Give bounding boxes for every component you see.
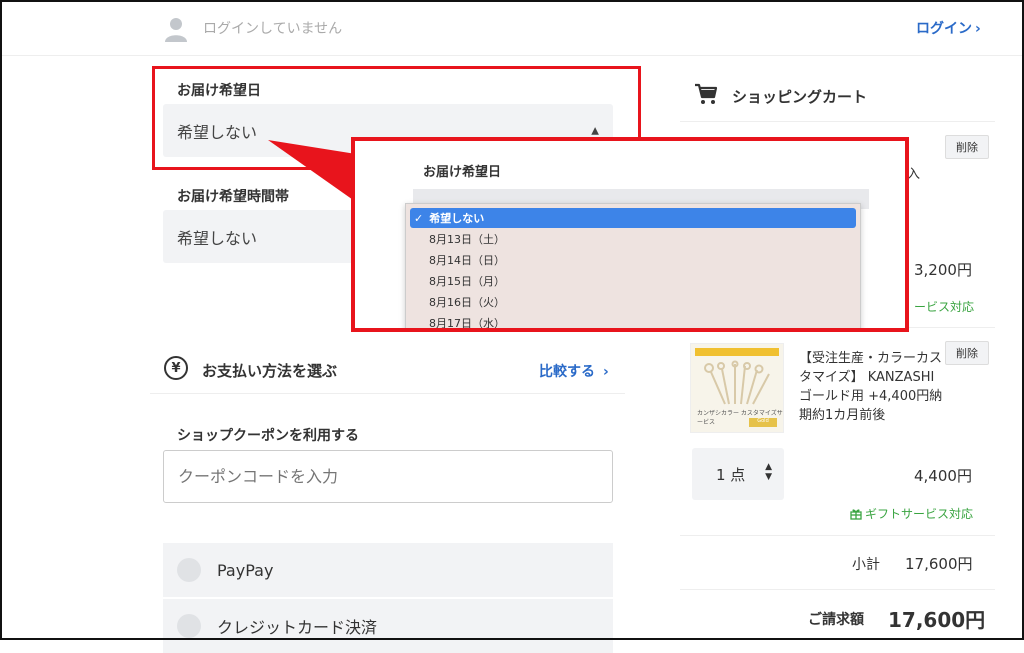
thumbnail-banner xyxy=(695,348,779,356)
cart-title: ショッピングカート xyxy=(732,88,868,106)
subtotal-label: 小計 xyxy=(852,557,880,573)
divider xyxy=(680,535,995,536)
dropdown-option[interactable]: 8月17日（水） xyxy=(410,313,856,328)
divider xyxy=(680,589,995,590)
delete-button[interactable]: 削除 xyxy=(945,135,989,159)
subtotal-value: 17,600円 xyxy=(905,555,973,573)
gift-note-fragment: ービス対応 xyxy=(914,300,975,314)
hairpin-illustration xyxy=(704,360,770,405)
shopping-cart-icon xyxy=(695,83,718,104)
radio-button[interactable] xyxy=(177,614,201,638)
payment-option-paypay[interactable]: PayPay xyxy=(163,543,613,597)
total-value: 17,600円 xyxy=(888,608,986,632)
payment-option-label: PayPay xyxy=(217,560,274,580)
quantity-value: 1 点 xyxy=(716,465,746,484)
popup-date-label: お届け希望日 xyxy=(423,165,502,180)
payment-option-credit-card[interactable]: クレジットカード決済 xyxy=(163,599,613,653)
gift-icon xyxy=(850,508,862,520)
chevron-right-icon: › xyxy=(975,21,981,37)
item-price: 4,400円 xyxy=(914,467,972,485)
delete-button[interactable]: 削除 xyxy=(945,341,989,365)
payment-option-label: クレジットカード決済 xyxy=(217,618,378,637)
product-name[interactable]: 【受注生産・カラーカスタマイズ】 KANZASHI ゴールド用 +4,400円納… xyxy=(799,349,945,425)
radio-button[interactable] xyxy=(177,558,201,582)
zoomed-callout: お届け希望日 ✓ 希望しない 8月13日（土） 8月14日（日） 8月15日（月）… xyxy=(351,137,909,332)
date-dropdown-list[interactable]: ✓ 希望しない 8月13日（土） 8月14日（日） 8月15日（月） 8月16日（… xyxy=(405,203,861,328)
dropdown-option-selected[interactable]: ✓ 希望しない xyxy=(410,208,856,228)
stepper-arrows-icon: ▲ ▼ xyxy=(765,462,772,482)
delivery-time-label: お届け希望時間帯 xyxy=(177,189,289,205)
dropdown-option[interactable]: 8月15日（月） xyxy=(410,271,856,291)
chevron-right-icon: › xyxy=(603,364,609,380)
user-icon xyxy=(165,18,187,42)
payment-section-header: ¥ お支払い方法を選ぶ 比較する › xyxy=(150,346,625,394)
payment-title: お支払い方法を選ぶ xyxy=(202,362,338,380)
dropdown-option[interactable]: 8月13日（土） xyxy=(410,229,856,249)
login-link-label[interactable]: ログイン xyxy=(916,21,972,37)
coupon-label: ショップクーポンを利用する xyxy=(177,428,359,444)
gift-note-label: ギフトサービス対応 xyxy=(865,507,974,521)
thumbnail-badge: Gold xyxy=(749,418,777,427)
yen-icon: ¥ xyxy=(164,356,188,380)
dropdown-option[interactable]: 8月14日（日） xyxy=(410,250,856,270)
quantity-select[interactable]: 1 点 ▲ ▼ xyxy=(692,448,784,500)
coupon-input[interactable] xyxy=(163,450,613,503)
gift-service-note: ギフトサービス対応 xyxy=(850,505,973,522)
login-status-text: ログインしていません xyxy=(203,21,343,37)
delivery-time-value: 希望しない xyxy=(177,228,258,248)
dropdown-option-label: 希望しない xyxy=(429,212,485,225)
item-price: 3,200円 xyxy=(914,261,972,279)
compare-link-label[interactable]: 比較する xyxy=(539,364,595,380)
login-link[interactable]: ログイン › xyxy=(916,18,981,38)
total-label: ご請求額 xyxy=(808,612,864,628)
check-icon: ✓ xyxy=(414,211,424,225)
header: ログインしていません ログイン › xyxy=(0,0,1024,56)
dropdown-option[interactable]: 8月16日（火） xyxy=(410,292,856,312)
product-thumbnail: カンザシカラー カスタマイズサービス Gold xyxy=(690,343,784,433)
compare-link[interactable]: 比較する › xyxy=(539,361,609,381)
cart-header: ショッピングカート xyxy=(680,70,995,122)
